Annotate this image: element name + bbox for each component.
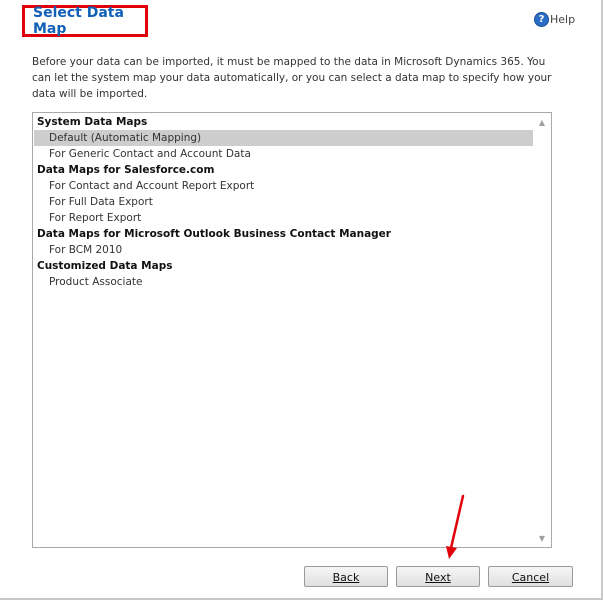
- vertical-scrollbar[interactable]: ▲ ▼: [534, 114, 550, 546]
- list-item[interactable]: For BCM 2010: [34, 242, 533, 258]
- scroll-up-arrow-icon[interactable]: ▲: [534, 114, 550, 130]
- next-button[interactable]: Next: [396, 566, 480, 587]
- list-group-header: Data Maps for Microsoft Outlook Business…: [37, 228, 391, 240]
- intro-text: Before your data can be imported, it mus…: [32, 56, 552, 100]
- list-group-header: Customized Data Maps: [37, 260, 173, 272]
- title-highlight-box: Select Data Map: [22, 5, 148, 37]
- back-button[interactable]: Back: [304, 566, 388, 587]
- data-map-listbox[interactable]: System Data Maps Default (Automatic Mappi…: [32, 112, 552, 548]
- help-link[interactable]: ? Help: [534, 12, 575, 27]
- list-item-selected[interactable]: Default (Automatic Mapping): [34, 130, 533, 146]
- list-group-header: Data Maps for Salesforce.com: [37, 164, 215, 176]
- help-label[interactable]: Help: [550, 13, 575, 26]
- list-item[interactable]: For Report Export: [34, 210, 533, 226]
- cancel-button[interactable]: Cancel: [488, 566, 573, 587]
- help-icon[interactable]: ?: [534, 12, 549, 27]
- data-map-list[interactable]: System Data Maps Default (Automatic Mappi…: [34, 114, 533, 546]
- list-group-header: System Data Maps: [37, 116, 148, 128]
- page-title: Select Data Map: [33, 5, 124, 37]
- list-item[interactable]: For Contact and Account Report Export: [34, 178, 533, 194]
- scroll-down-arrow-icon[interactable]: ▼: [534, 530, 550, 546]
- list-item[interactable]: For Generic Contact and Account Data: [34, 146, 533, 162]
- list-item[interactable]: Product Associate: [34, 274, 533, 290]
- list-item[interactable]: For Full Data Export: [34, 194, 533, 210]
